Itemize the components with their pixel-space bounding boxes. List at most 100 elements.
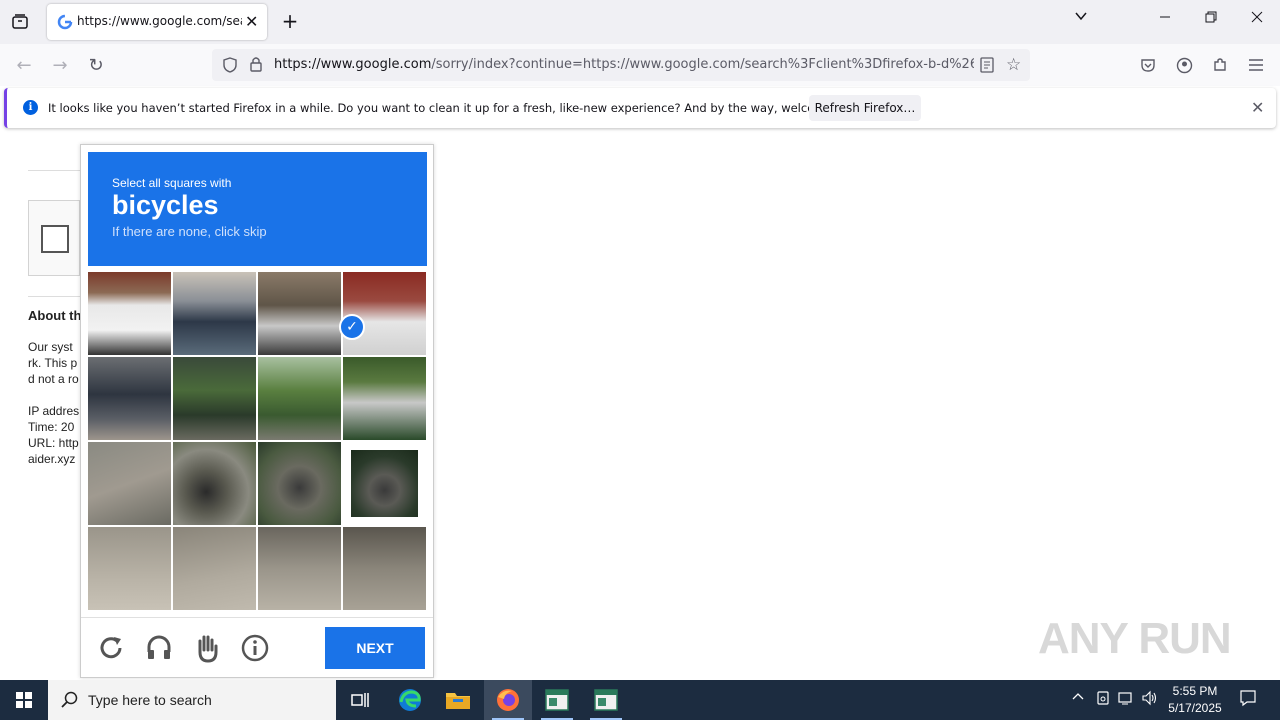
image-tile[interactable] [343, 527, 426, 610]
page-line: d not a ro [28, 372, 79, 386]
taskbar-search[interactable]: Type here to search [48, 680, 336, 720]
image-tile[interactable] [343, 357, 426, 440]
menu-icon[interactable] [1245, 54, 1267, 76]
url-tail: aider.xyz [28, 452, 76, 466]
close-tab-icon[interactable]: ✕ [245, 12, 258, 31]
challenge-hint: If there are none, click skip [112, 224, 267, 239]
audio-challenge-icon[interactable] [143, 632, 175, 664]
chevron-down-icon[interactable] [1066, 8, 1096, 27]
close-notification-icon[interactable]: ✕ [1251, 98, 1264, 117]
image-tile[interactable] [88, 272, 171, 355]
extensions-icon[interactable] [1209, 54, 1231, 76]
url-path: /sorry/index?continue=https://www.google… [431, 57, 974, 72]
image-tile[interactable] [173, 272, 256, 355]
window-app-icon [594, 689, 618, 711]
image-tile[interactable] [173, 357, 256, 440]
restore-icon[interactable] [1196, 8, 1226, 27]
tab-title: https://www.google.com/search? [77, 14, 242, 28]
challenge-target: bicycles [112, 190, 219, 220]
forward-icon[interactable]: → [49, 54, 71, 76]
firefox-button[interactable] [484, 680, 532, 720]
image-tile[interactable] [88, 442, 171, 525]
search-placeholder: Type here to search [88, 692, 212, 708]
recaptcha-checkbox[interactable] [41, 225, 69, 253]
clock-time: 5:55 PM [1172, 684, 1218, 698]
bookmark-star-icon[interactable]: ☆ [1006, 55, 1021, 75]
edge-icon [399, 689, 421, 711]
recaptcha-checkbox-container [28, 200, 80, 276]
image-tile-selected[interactable] [343, 442, 426, 525]
anyrun-watermark: ANY RUN [1038, 614, 1232, 663]
taskbar: Type here to search 5:55 PM 5/17/2025 [0, 680, 1280, 720]
challenge-header: Select all squares with bicycles If ther… [88, 152, 427, 266]
url-label: URL: http [28, 436, 79, 450]
recaptcha-challenge: Select all squares with bicycles If ther… [80, 144, 434, 678]
windows-logo-icon [16, 692, 32, 708]
refresh-firefox-button[interactable]: Refresh Firefox… [809, 95, 921, 121]
image-tile[interactable] [88, 527, 171, 610]
tab-bar: https://www.google.com/search? ✕ + [0, 0, 1280, 44]
image-tile[interactable] [173, 442, 256, 525]
account-icon[interactable] [1173, 54, 1195, 76]
page-line: Our syst [28, 340, 73, 354]
tab-list-icon[interactable] [10, 12, 30, 32]
ip-label: IP addres [28, 404, 80, 418]
url-bar[interactable]: https://www.google.com/sorry/index?conti… [212, 49, 1030, 81]
url-text[interactable]: https://www.google.com/sorry/index?conti… [274, 57, 974, 72]
new-tab-button[interactable]: + [275, 9, 305, 33]
lock-icon[interactable] [249, 56, 263, 77]
info-icon: i [23, 100, 38, 115]
about-heading: About th [28, 308, 82, 323]
folder-icon [446, 693, 470, 709]
image-tile[interactable] [88, 357, 171, 440]
task-view-icon [351, 693, 369, 707]
divider [28, 170, 80, 171]
reader-view-icon[interactable] [980, 57, 994, 77]
time-label: Time: 20 [28, 420, 75, 434]
image-tile[interactable] [258, 442, 341, 525]
pocket-icon[interactable] [1137, 54, 1159, 76]
image-tile[interactable] [173, 527, 256, 610]
reload-challenge-icon[interactable] [95, 632, 127, 664]
back-icon[interactable]: ← [13, 54, 35, 76]
active-tab[interactable]: https://www.google.com/search? ✕ [47, 4, 267, 40]
device-icon[interactable] [1096, 690, 1110, 710]
task-view-button[interactable] [336, 680, 384, 720]
notification-bar: i It looks like you haven’t started Fire… [4, 88, 1276, 128]
system-clock[interactable]: 5:55 PM 5/17/2025 [1160, 683, 1230, 717]
close-window-icon[interactable] [1242, 8, 1272, 27]
info-circle-icon[interactable] [239, 632, 271, 664]
image-grid [88, 272, 427, 611]
network-icon[interactable] [1118, 690, 1136, 710]
firefox-icon [497, 689, 519, 711]
checkmark-icon: ✓ [339, 314, 365, 340]
app-button[interactable] [582, 680, 630, 720]
next-button[interactable]: NEXT [325, 627, 425, 669]
start-button[interactable] [0, 680, 48, 720]
page-line: rk. This p [28, 356, 78, 370]
search-icon [61, 691, 79, 713]
volume-icon[interactable] [1142, 690, 1158, 710]
hand-icon[interactable] [191, 632, 223, 664]
selected-image [351, 450, 418, 517]
url-host: https://www.google.com [274, 57, 432, 72]
edge-button[interactable] [386, 680, 434, 720]
notification-message: It looks like you haven’t started Firefo… [48, 101, 869, 115]
chevron-up-icon[interactable] [1072, 690, 1084, 708]
reload-icon[interactable]: ↻ [85, 54, 107, 76]
image-tile[interactable] [258, 272, 341, 355]
notifications-icon[interactable] [1239, 689, 1257, 711]
google-favicon-icon [57, 14, 73, 30]
image-tile[interactable] [258, 357, 341, 440]
navigation-toolbar: ← → ↻ https://www.google.com/sorry/index… [0, 44, 1280, 86]
shield-icon[interactable] [222, 57, 238, 77]
window-app-icon [545, 689, 569, 711]
clock-date: 5/17/2025 [1168, 701, 1222, 715]
app-button[interactable] [533, 680, 581, 720]
image-tile[interactable] [258, 527, 341, 610]
challenge-instruction: Select all squares with [112, 176, 232, 190]
divider [28, 296, 80, 297]
minimize-icon[interactable] [1150, 8, 1180, 27]
file-explorer-button[interactable] [434, 680, 482, 720]
challenge-footer: NEXT [81, 617, 433, 677]
